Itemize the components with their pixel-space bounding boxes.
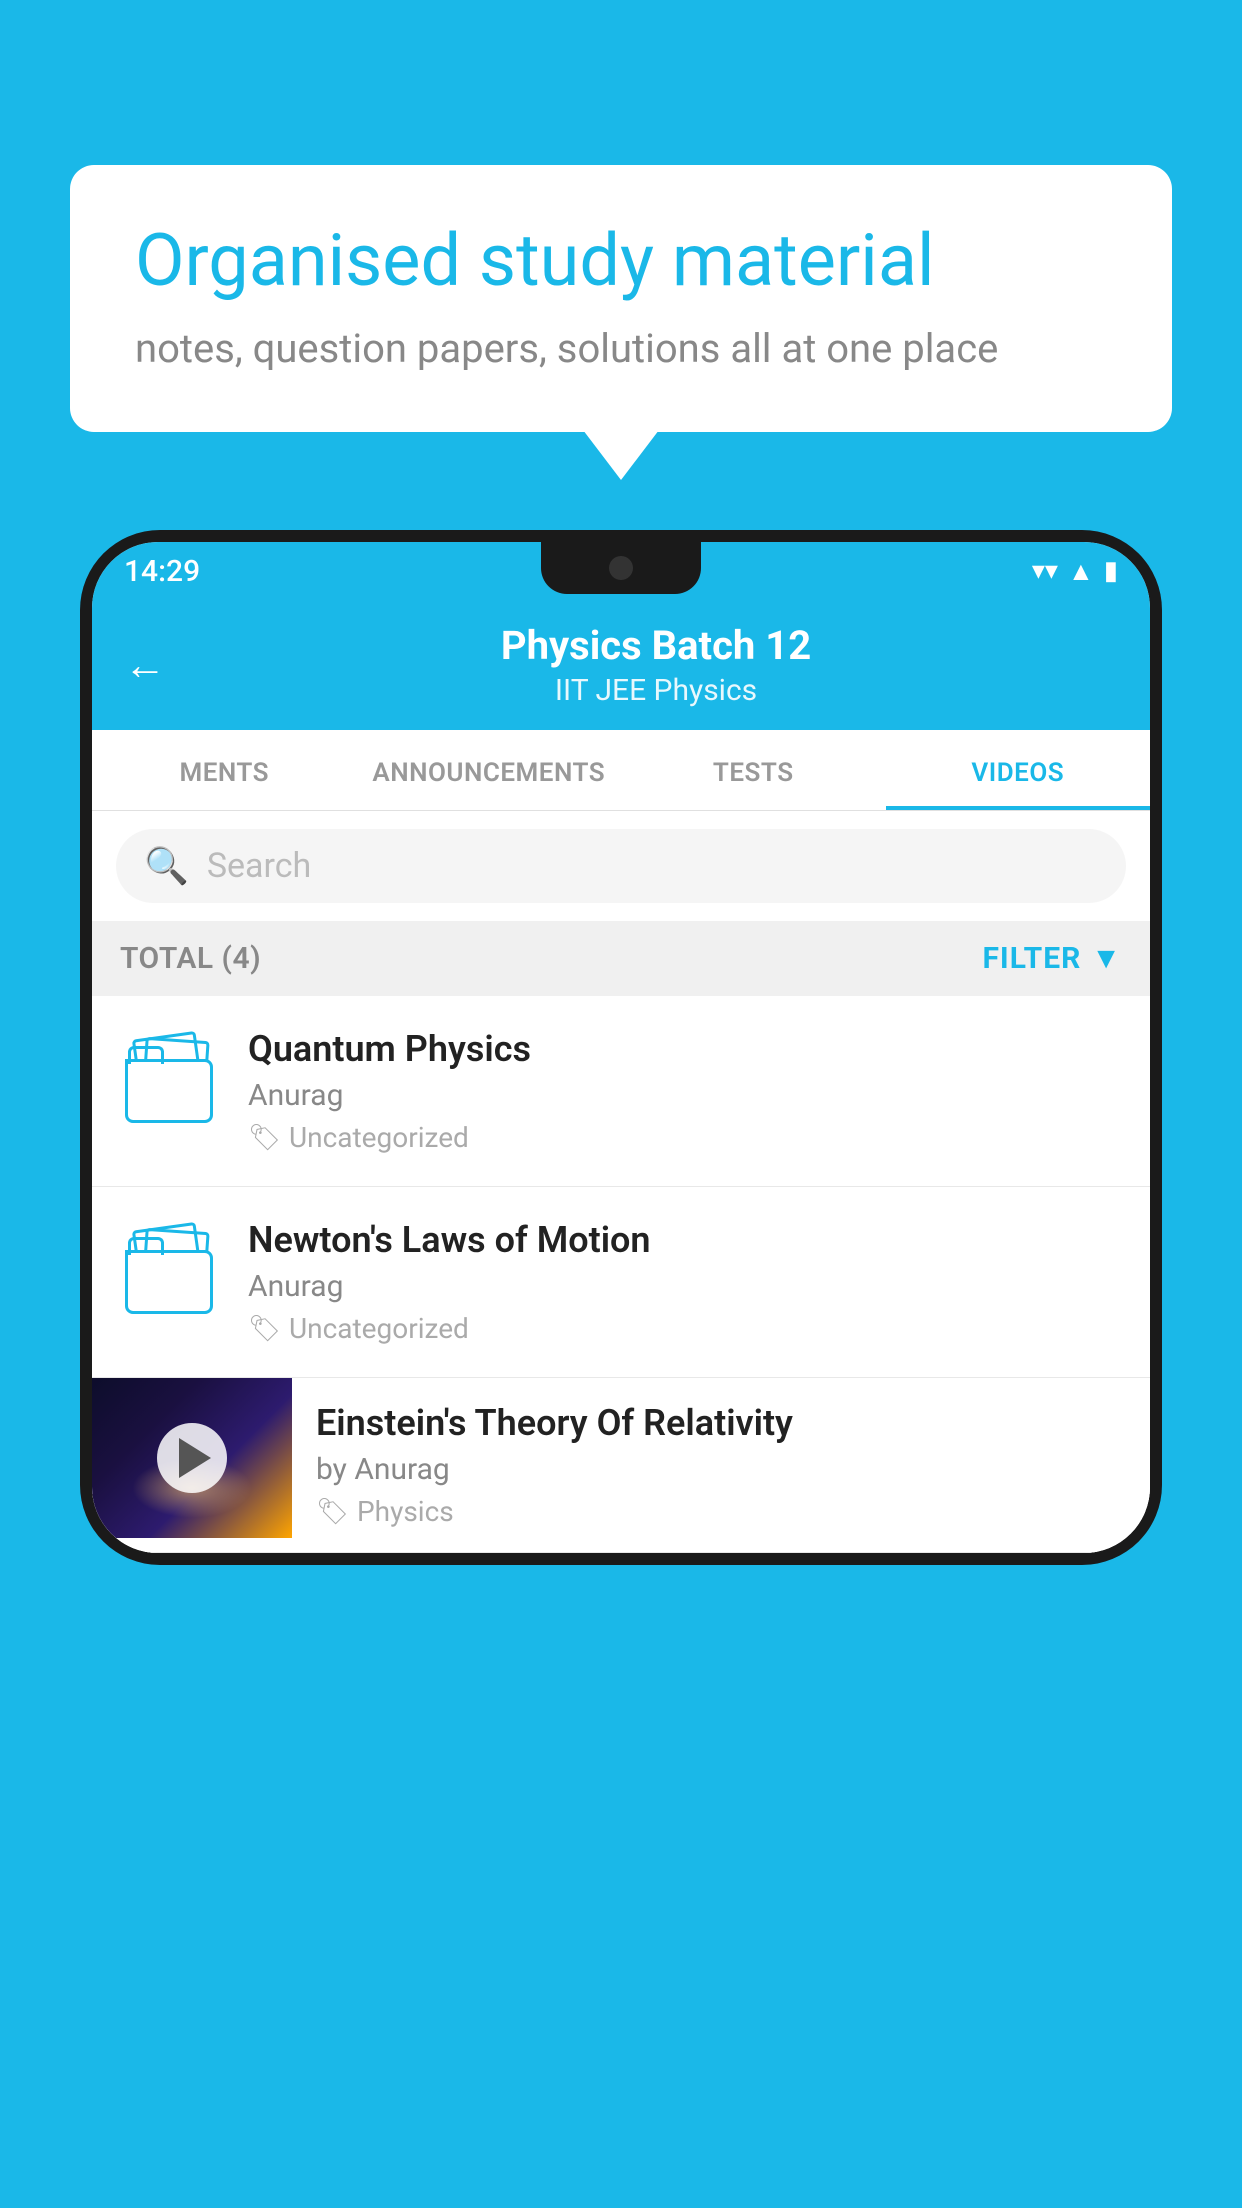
tabs-bar: MENTS ANNOUNCEMENTS TESTS VIDEOS [92,730,1150,811]
play-triangle-icon [179,1438,211,1478]
folder-main [125,1250,213,1314]
status-icons: ▾▾ ▲ ▮ [1032,556,1118,587]
phone-inner: 14:29 ▾▾ ▲ ▮ ← Physics Batch 12 IIT JEE … [92,542,1150,1553]
back-button[interactable]: ← [124,641,166,690]
search-icon: 🔍 [144,845,189,887]
status-time: 14:29 [124,554,200,589]
video-title: Newton's Laws of Motion [248,1219,1122,1261]
phone-notch [541,542,701,594]
phone-camera [609,556,633,580]
tab-videos[interactable]: VIDEOS [886,730,1151,810]
total-count: TOTAL (4) [120,941,261,976]
tag-icon: 🏷 [248,1314,281,1344]
tag-icon: 🏷 [316,1497,349,1527]
phone-frame: 14:29 ▾▾ ▲ ▮ ← Physics Batch 12 IIT JEE … [80,530,1162,1565]
filter-label: FILTER [982,941,1081,976]
filter-icon: ▼ [1091,941,1122,976]
list-item[interactable]: Quantum Physics Anurag 🏷 Uncategorized [92,996,1150,1187]
signal-icon: ▲ [1068,556,1094,587]
filter-button[interactable]: FILTER ▼ [982,941,1122,976]
tab-announcements[interactable]: ANNOUNCEMENTS [357,730,622,810]
tab-ments[interactable]: MENTS [92,730,357,810]
filter-bar: TOTAL (4) FILTER ▼ [92,921,1150,996]
video-thumb-1 [120,1028,220,1128]
video-tag: 🏷 Physics [316,1495,1126,1528]
list-item[interactable]: Einstein's Theory Of Relativity by Anura… [92,1378,1150,1553]
app-header: ← Physics Batch 12 IIT JEE Physics [92,600,1150,730]
speech-bubble: Organised study material notes, question… [70,165,1172,432]
folder-icon [125,1224,215,1314]
folder-icon [125,1033,215,1123]
phone-container: 14:29 ▾▾ ▲ ▮ ← Physics Batch 12 IIT JEE … [80,530,1162,2208]
play-button[interactable] [157,1423,227,1493]
header-title-group: Physics Batch 12 IIT JEE Physics [194,622,1118,708]
battery-icon: ▮ [1104,556,1118,586]
video-author: by Anurag [316,1452,1126,1487]
video-list: Quantum Physics Anurag 🏷 Uncategorized [92,996,1150,1553]
tag-icon: 🏷 [248,1123,281,1153]
video-info-2: Newton's Laws of Motion Anurag 🏷 Uncateg… [248,1219,1122,1345]
header-title: Physics Batch 12 [194,622,1118,669]
video-tag: 🏷 Uncategorized [248,1121,1122,1154]
video-info-3: Einstein's Theory Of Relativity by Anura… [292,1378,1150,1552]
video-thumbnail [92,1378,292,1538]
folder-main [125,1059,213,1123]
speech-bubble-heading: Organised study material [135,220,1107,303]
header-subtitle: IIT JEE Physics [194,673,1118,708]
tag-label: Uncategorized [289,1312,469,1345]
video-info-1: Quantum Physics Anurag 🏷 Uncategorized [248,1028,1122,1154]
wifi-icon: ▾▾ [1032,556,1058,586]
video-author: Anurag [248,1078,1122,1113]
video-thumb-2 [120,1219,220,1319]
tab-tests[interactable]: TESTS [621,730,886,810]
video-title: Quantum Physics [248,1028,1122,1070]
tag-label: Uncategorized [289,1121,469,1154]
video-author: Anurag [248,1269,1122,1304]
speech-bubble-wrapper: Organised study material notes, question… [70,165,1172,432]
video-tag: 🏷 Uncategorized [248,1312,1122,1345]
speech-bubble-subtext: notes, question papers, solutions all at… [135,325,1107,372]
list-item[interactable]: Newton's Laws of Motion Anurag 🏷 Uncateg… [92,1187,1150,1378]
video-title: Einstein's Theory Of Relativity [316,1402,1126,1444]
search-input[interactable]: Search [207,846,311,886]
tag-label: Physics [357,1495,454,1528]
search-box[interactable]: 🔍 Search [116,829,1126,903]
screen-content: 🔍 Search TOTAL (4) FILTER ▼ [92,811,1150,1553]
search-container: 🔍 Search [92,811,1150,921]
